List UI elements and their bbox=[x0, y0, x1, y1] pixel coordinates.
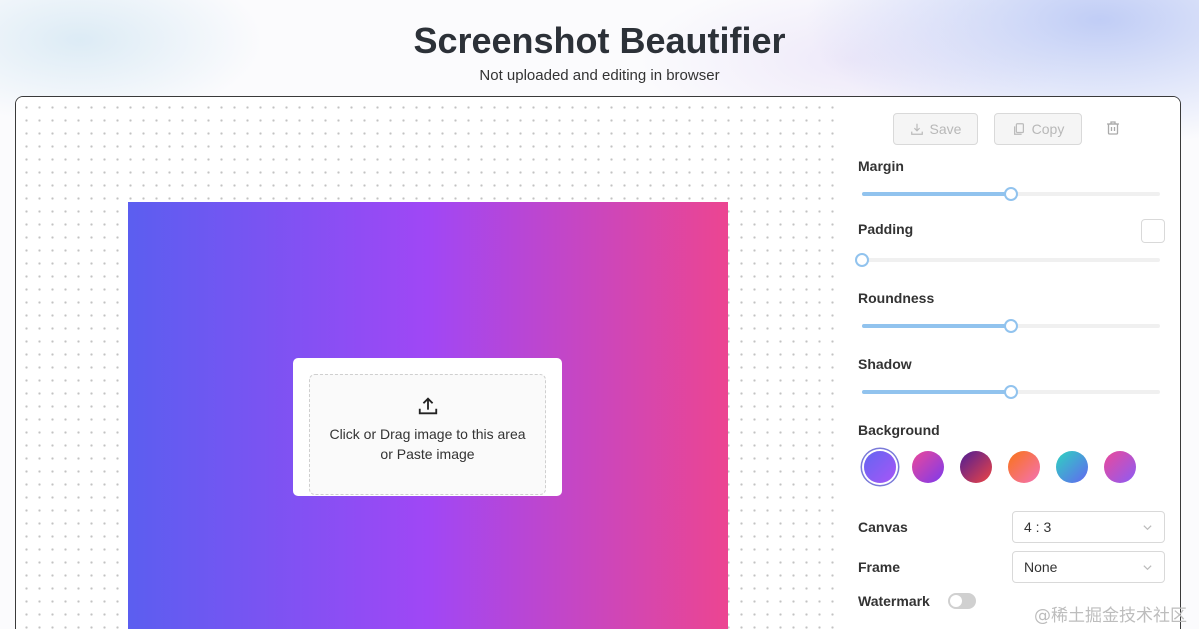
canvas-ratio-value: 4 : 3 bbox=[1024, 519, 1051, 535]
settings-panel: Save Copy Margin Padding Roundness Shado… bbox=[838, 97, 1181, 629]
roundness-slider[interactable] bbox=[862, 324, 1160, 328]
upload-card: Click or Drag image to this area or Past… bbox=[293, 358, 562, 496]
margin-slider-fill bbox=[862, 192, 1011, 196]
trash-icon[interactable] bbox=[1105, 120, 1121, 136]
chevron-down-icon bbox=[1142, 562, 1153, 573]
shadow-slider-handle[interactable] bbox=[1004, 385, 1018, 399]
editor-workspace: Click or Drag image to this area or Past… bbox=[15, 96, 1181, 629]
shadow-slider-fill bbox=[862, 390, 1011, 394]
upload-instruction: Click or Drag image to this area bbox=[310, 426, 545, 442]
background-swatch[interactable] bbox=[1104, 451, 1136, 483]
background-swatch[interactable] bbox=[912, 451, 944, 483]
page-subtitle: Not uploaded and editing in browser bbox=[0, 67, 1199, 84]
copy-label: Copy bbox=[1032, 121, 1065, 137]
background-label: Background bbox=[858, 422, 940, 438]
frame-select[interactable]: None bbox=[1012, 551, 1165, 583]
copy-icon bbox=[1012, 122, 1026, 136]
canvas-area: Click or Drag image to this area or Past… bbox=[16, 97, 838, 629]
frame-value: None bbox=[1024, 559, 1057, 575]
margin-label: Margin bbox=[858, 158, 904, 174]
watermark-toggle[interactable] bbox=[948, 593, 976, 609]
preview-background: Click or Drag image to this area or Past… bbox=[128, 202, 728, 629]
upload-drop-zone[interactable]: Click or Drag image to this area or Past… bbox=[309, 374, 546, 495]
frame-label: Frame bbox=[858, 559, 900, 575]
background-swatch[interactable] bbox=[1056, 451, 1088, 483]
padding-label: Padding bbox=[858, 221, 913, 237]
margin-slider-handle[interactable] bbox=[1004, 187, 1018, 201]
padding-slider[interactable] bbox=[862, 258, 1160, 262]
canvas-ratio-select[interactable]: 4 : 3 bbox=[1012, 511, 1165, 543]
canvas-label: Canvas bbox=[858, 519, 908, 535]
background-swatch[interactable] bbox=[960, 451, 992, 483]
padding-slider-handle[interactable] bbox=[855, 253, 869, 267]
background-swatch[interactable] bbox=[1008, 451, 1040, 483]
padding-checkbox[interactable] bbox=[1141, 219, 1165, 243]
site-watermark: @稀土掘金技术社区 bbox=[1034, 601, 1187, 626]
save-label: Save bbox=[930, 121, 962, 137]
shadow-label: Shadow bbox=[858, 356, 912, 372]
upload-paste-hint: or Paste image bbox=[310, 446, 545, 462]
background-swatch[interactable] bbox=[864, 451, 896, 483]
watermark-toggle-knob bbox=[950, 595, 962, 607]
page-title: Screenshot Beautifier bbox=[0, 20, 1199, 62]
background-swatches bbox=[864, 451, 1136, 483]
save-button[interactable]: Save bbox=[893, 113, 978, 145]
roundness-slider-fill bbox=[862, 324, 1011, 328]
chevron-down-icon bbox=[1142, 522, 1153, 533]
copy-button[interactable]: Copy bbox=[994, 113, 1082, 145]
roundness-label: Roundness bbox=[858, 290, 934, 306]
margin-slider[interactable] bbox=[862, 192, 1160, 196]
roundness-slider-handle[interactable] bbox=[1004, 319, 1018, 333]
shadow-slider[interactable] bbox=[862, 390, 1160, 394]
upload-icon bbox=[417, 395, 439, 417]
watermark-label: Watermark bbox=[858, 593, 930, 609]
download-icon bbox=[910, 122, 924, 136]
